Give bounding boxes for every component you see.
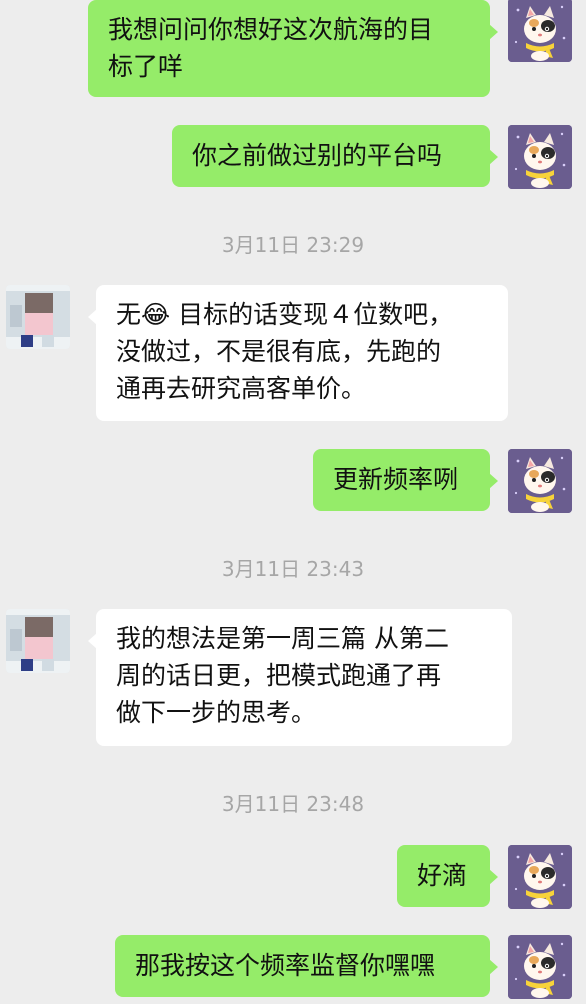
message-text-line: 通再去研究高客单价。 (116, 374, 367, 403)
chat-timestamp: 3月11日 23:29 (221, 233, 365, 257)
message-bubble-sent[interactable]: 好滴 (397, 845, 498, 907)
cat-avatar-icon[interactable] (508, 125, 572, 189)
message-text-line: 那我按这个频率监督你嘿嘿 (135, 951, 436, 980)
blurred-avatar-icon[interactable] (6, 609, 70, 673)
message-text-line: 做下一步的思考。 (116, 698, 317, 727)
cat-avatar-icon[interactable] (508, 449, 572, 513)
cat-avatar-icon[interactable] (508, 845, 572, 909)
message-text-line: 你之前做过别的平台吗 (192, 141, 443, 170)
cat-avatar-icon[interactable] (508, 935, 572, 999)
message-text-line: 我想问问你想好这次航海的目 (108, 15, 434, 44)
message-bubble-sent[interactable]: 更新频率咧 (313, 449, 498, 511)
message-bubble-received[interactable]: 我的想法是第一周三篇 从第二 周的话日更，把模式跑通了再 做下一步的思考。 (88, 609, 512, 746)
message-text-line: 标了咩 (108, 52, 184, 81)
message-bubble-sent[interactable]: 你之前做过别的平台吗 (172, 125, 498, 187)
message-text-line: 好滴 (417, 861, 468, 890)
message-bubble-received[interactable]: 无😂 目标的话变现４位数吧， 没做过，不是很有底，先跑的 通再去研究高客单价。 (88, 285, 508, 421)
message-text-line: 无😂 目标的话变现４位数吧， (116, 300, 454, 329)
blurred-avatar-icon[interactable] (6, 285, 70, 349)
chat-timestamp: 3月11日 23:43 (221, 557, 365, 581)
message-text-line: 我的想法是第一周三篇 从第二 (116, 624, 449, 653)
message-text-line: 周的话日更，把模式跑通了再 (116, 661, 442, 690)
message-text-line: 没做过，不是很有底，先跑的 (116, 337, 442, 366)
cat-avatar-icon[interactable] (508, 0, 572, 62)
message-bubble-sent[interactable]: 那我按这个频率监督你嘿嘿 (115, 935, 498, 997)
message-bubble-sent[interactable]: 我想问问你想好这次航海的目 标了咩 (88, 0, 498, 97)
chat-timestamp: 3月11日 23:48 (221, 792, 365, 816)
message-text-line: 更新频率咧 (333, 465, 459, 494)
